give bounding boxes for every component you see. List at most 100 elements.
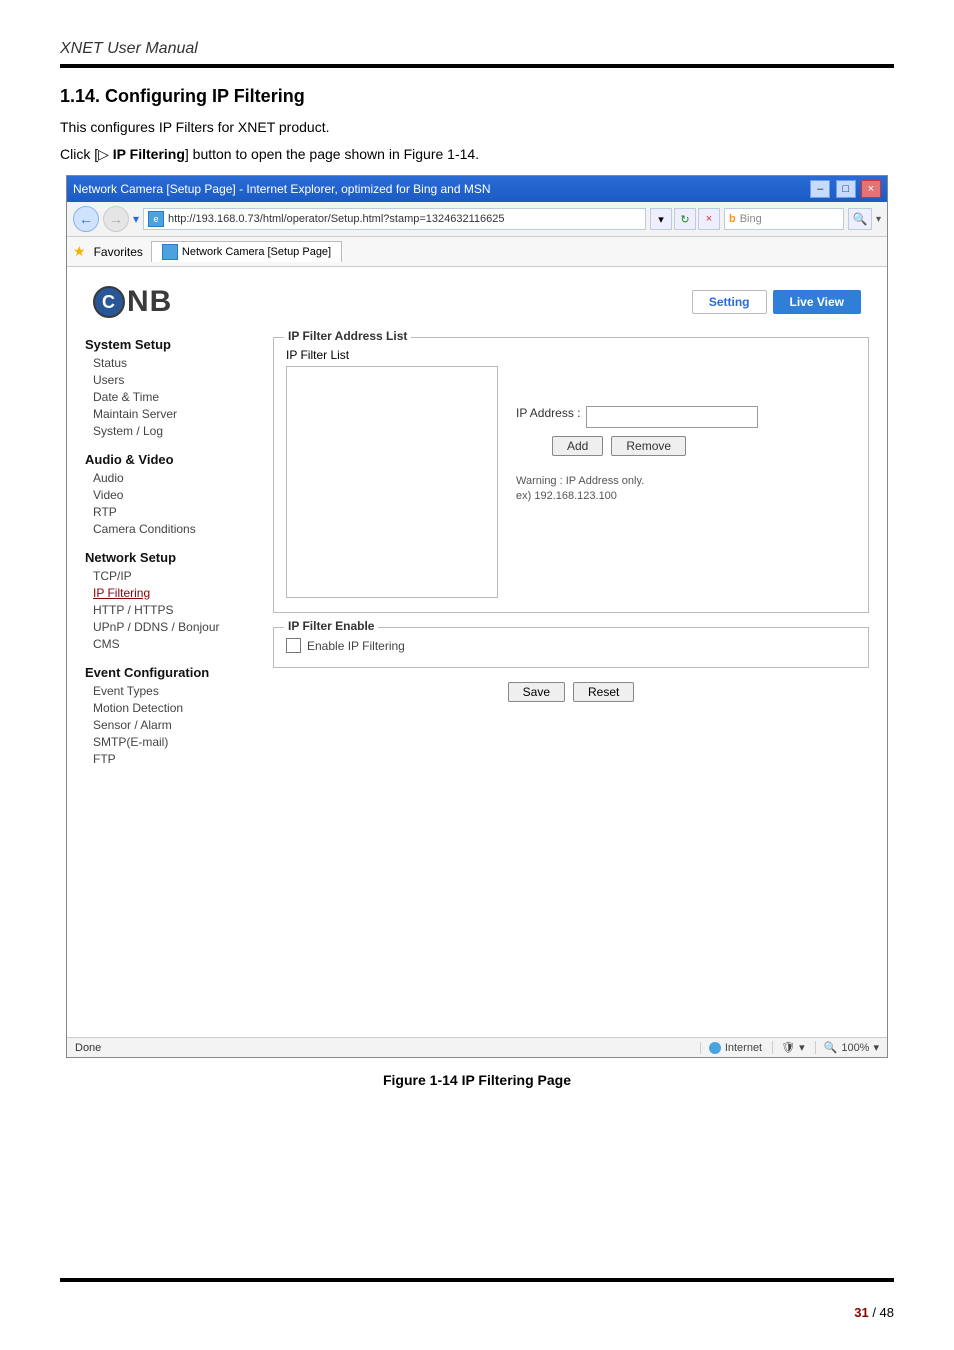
remove-button[interactable]: Remove [611, 436, 686, 456]
sidebar-group-system: System Setup [85, 337, 255, 352]
warning-line2: ex) 192.168.123.100 [516, 489, 856, 504]
status-zone-text: Internet [725, 1042, 762, 1054]
history-dropdown-icon[interactable]: ▾ [133, 212, 139, 226]
browser-tab[interactable]: Network Camera [Setup Page] [151, 241, 342, 262]
fieldset-legend-address-list: IP Filter Address List [284, 329, 411, 343]
main-panel: IP Filter Address List IP Filter List IP… [273, 337, 869, 769]
window-titlebar: Network Camera [Setup Page] - Internet E… [67, 176, 887, 202]
click-post: ] button to open the page shown in Figur… [185, 146, 479, 162]
manual-title: XNET User Manual [60, 40, 894, 58]
sidebar-item-audio[interactable]: Audio [93, 471, 255, 485]
stop-button[interactable]: × [698, 208, 720, 230]
status-done: Done [75, 1042, 101, 1054]
fieldset-legend-enable: IP Filter Enable [284, 619, 378, 633]
sidebar-item-system-log[interactable]: System / Log [93, 424, 255, 438]
page-current: 31 [854, 1305, 868, 1320]
tab-title: Network Camera [Setup Page] [182, 246, 331, 258]
cnb-logo: C NB [93, 285, 172, 319]
zoom-icon: 🔍 [824, 1041, 838, 1054]
refresh-button[interactable]: ↻ [674, 208, 696, 230]
status-zone: Internet [700, 1042, 762, 1054]
click-pre: Click [ [60, 146, 98, 162]
ip-address-input[interactable] [586, 406, 758, 428]
zoom-seg[interactable]: 🔍 100% ▾ [815, 1041, 879, 1054]
url-field[interactable]: e http://193.168.0.73/html/operator/Setu… [143, 208, 646, 230]
top-rule [60, 64, 894, 68]
search-placeholder: Bing [740, 213, 762, 225]
protected-mode-icon: 🛡 [781, 1041, 795, 1054]
ip-filter-address-list-fieldset: IP Filter Address List IP Filter List IP… [273, 337, 869, 613]
enable-ip-filtering-checkbox[interactable] [286, 638, 301, 653]
zoom-dropdown-icon: ▾ [873, 1041, 879, 1054]
sidebar-item-status[interactable]: Status [93, 356, 255, 370]
window-buttons: – □ × [808, 180, 881, 198]
protected-mode-dropdown-icon: ▾ [799, 1041, 805, 1054]
back-button[interactable]: ← [73, 206, 99, 232]
protected-mode-seg[interactable]: 🛡 ▾ [772, 1041, 805, 1054]
intro-text: This configures IP Filters for XNET prod… [60, 117, 894, 138]
ip-filter-list-label: IP Filter List [286, 348, 856, 362]
cnb-logo-icon: C [93, 286, 125, 318]
zoom-value: 100% [841, 1042, 869, 1054]
sidebar-item-maintain-server[interactable]: Maintain Server [93, 407, 255, 421]
close-button[interactable]: × [861, 180, 881, 198]
sidebar-item-video[interactable]: Video [93, 488, 255, 502]
click-bold: IP Filtering [109, 146, 185, 162]
ip-filter-listbox[interactable] [286, 366, 498, 598]
triangle-icon: ▷ [98, 146, 109, 162]
minimize-button[interactable]: – [810, 180, 830, 198]
sidebar-item-datetime[interactable]: Date & Time [93, 390, 255, 404]
search-provider-box[interactable]: b Bing [724, 208, 844, 230]
sidebar-item-smtp[interactable]: SMTP(E-mail) [93, 735, 255, 749]
enable-ip-filtering-label: Enable IP Filtering [307, 639, 405, 653]
favorites-bar: ★ Favorites Network Camera [Setup Page] [67, 237, 887, 267]
sidebar-item-rtp[interactable]: RTP [93, 505, 255, 519]
sidebar-item-motion-detection[interactable]: Motion Detection [93, 701, 255, 715]
ip-filter-enable-fieldset: IP Filter Enable Enable IP Filtering [273, 627, 869, 668]
sidebar-item-http-https[interactable]: HTTP / HTTPS [93, 603, 255, 617]
url-dropdown-icon[interactable]: ▾ [650, 208, 672, 230]
screenshot: Network Camera [Setup Page] - Internet E… [66, 175, 888, 1058]
url-text: http://193.168.0.73/html/operator/Setup.… [168, 213, 504, 225]
bing-icon: b [729, 213, 736, 225]
sidebar-item-ftp[interactable]: FTP [93, 752, 255, 766]
search-button[interactable]: 🔍 [848, 208, 872, 230]
sidebar-item-upnp-ddns-bonjour[interactable]: UPnP / DDNS / Bonjour [93, 620, 255, 634]
live-view-button[interactable]: Live View [773, 290, 861, 314]
sidebar-group-av: Audio & Video [85, 452, 255, 467]
figure-caption: Figure 1-14 IP Filtering Page [60, 1072, 894, 1088]
cnb-logo-text: NB [127, 285, 172, 319]
sidebar-item-camera-conditions[interactable]: Camera Conditions [93, 522, 255, 536]
sidebar-item-sensor-alarm[interactable]: Sensor / Alarm [93, 718, 255, 732]
sidebar-group-event: Event Configuration [85, 665, 255, 680]
favorites-star-icon[interactable]: ★ [73, 243, 86, 260]
page-number: 31 / 48 [854, 1305, 894, 1320]
address-bar: ← → ▾ e http://193.168.0.73/html/operato… [67, 202, 887, 237]
forward-button[interactable]: → [103, 206, 129, 232]
footer-rule [60, 1278, 894, 1282]
save-button[interactable]: Save [508, 682, 565, 702]
page-total: / 48 [869, 1305, 894, 1320]
warning-line1: Warning : IP Address only. [516, 474, 856, 489]
window-title: Network Camera [Setup Page] - Internet E… [73, 182, 491, 196]
sidebar-item-users[interactable]: Users [93, 373, 255, 387]
sidebar-item-ip-filtering[interactable]: IP Filtering [93, 586, 255, 600]
favorites-label: Favorites [94, 245, 143, 259]
app-content: C NB Setting Live View System Setup Stat… [67, 267, 887, 1037]
sidebar-item-event-types[interactable]: Event Types [93, 684, 255, 698]
sidebar-group-network: Network Setup [85, 550, 255, 565]
status-bar: Done Internet 🛡 ▾ 🔍 100% ▾ [67, 1037, 887, 1057]
tab-favicon [162, 244, 178, 260]
sidebar: System Setup Status Users Date & Time Ma… [85, 337, 255, 769]
add-button[interactable]: Add [552, 436, 603, 456]
click-instruction: Click [▷ IP Filtering] button to open th… [60, 144, 894, 165]
sidebar-item-tcpip[interactable]: TCP/IP [93, 569, 255, 583]
section-heading: 1.14. Configuring IP Filtering [60, 86, 894, 107]
ie-page-icon: e [148, 211, 164, 227]
maximize-button[interactable]: □ [836, 180, 856, 198]
sidebar-item-cms[interactable]: CMS [93, 637, 255, 651]
setting-button[interactable]: Setting [692, 290, 767, 314]
internet-zone-icon [709, 1042, 721, 1054]
search-dropdown-icon[interactable]: ▾ [876, 214, 881, 225]
reset-button[interactable]: Reset [573, 682, 634, 702]
